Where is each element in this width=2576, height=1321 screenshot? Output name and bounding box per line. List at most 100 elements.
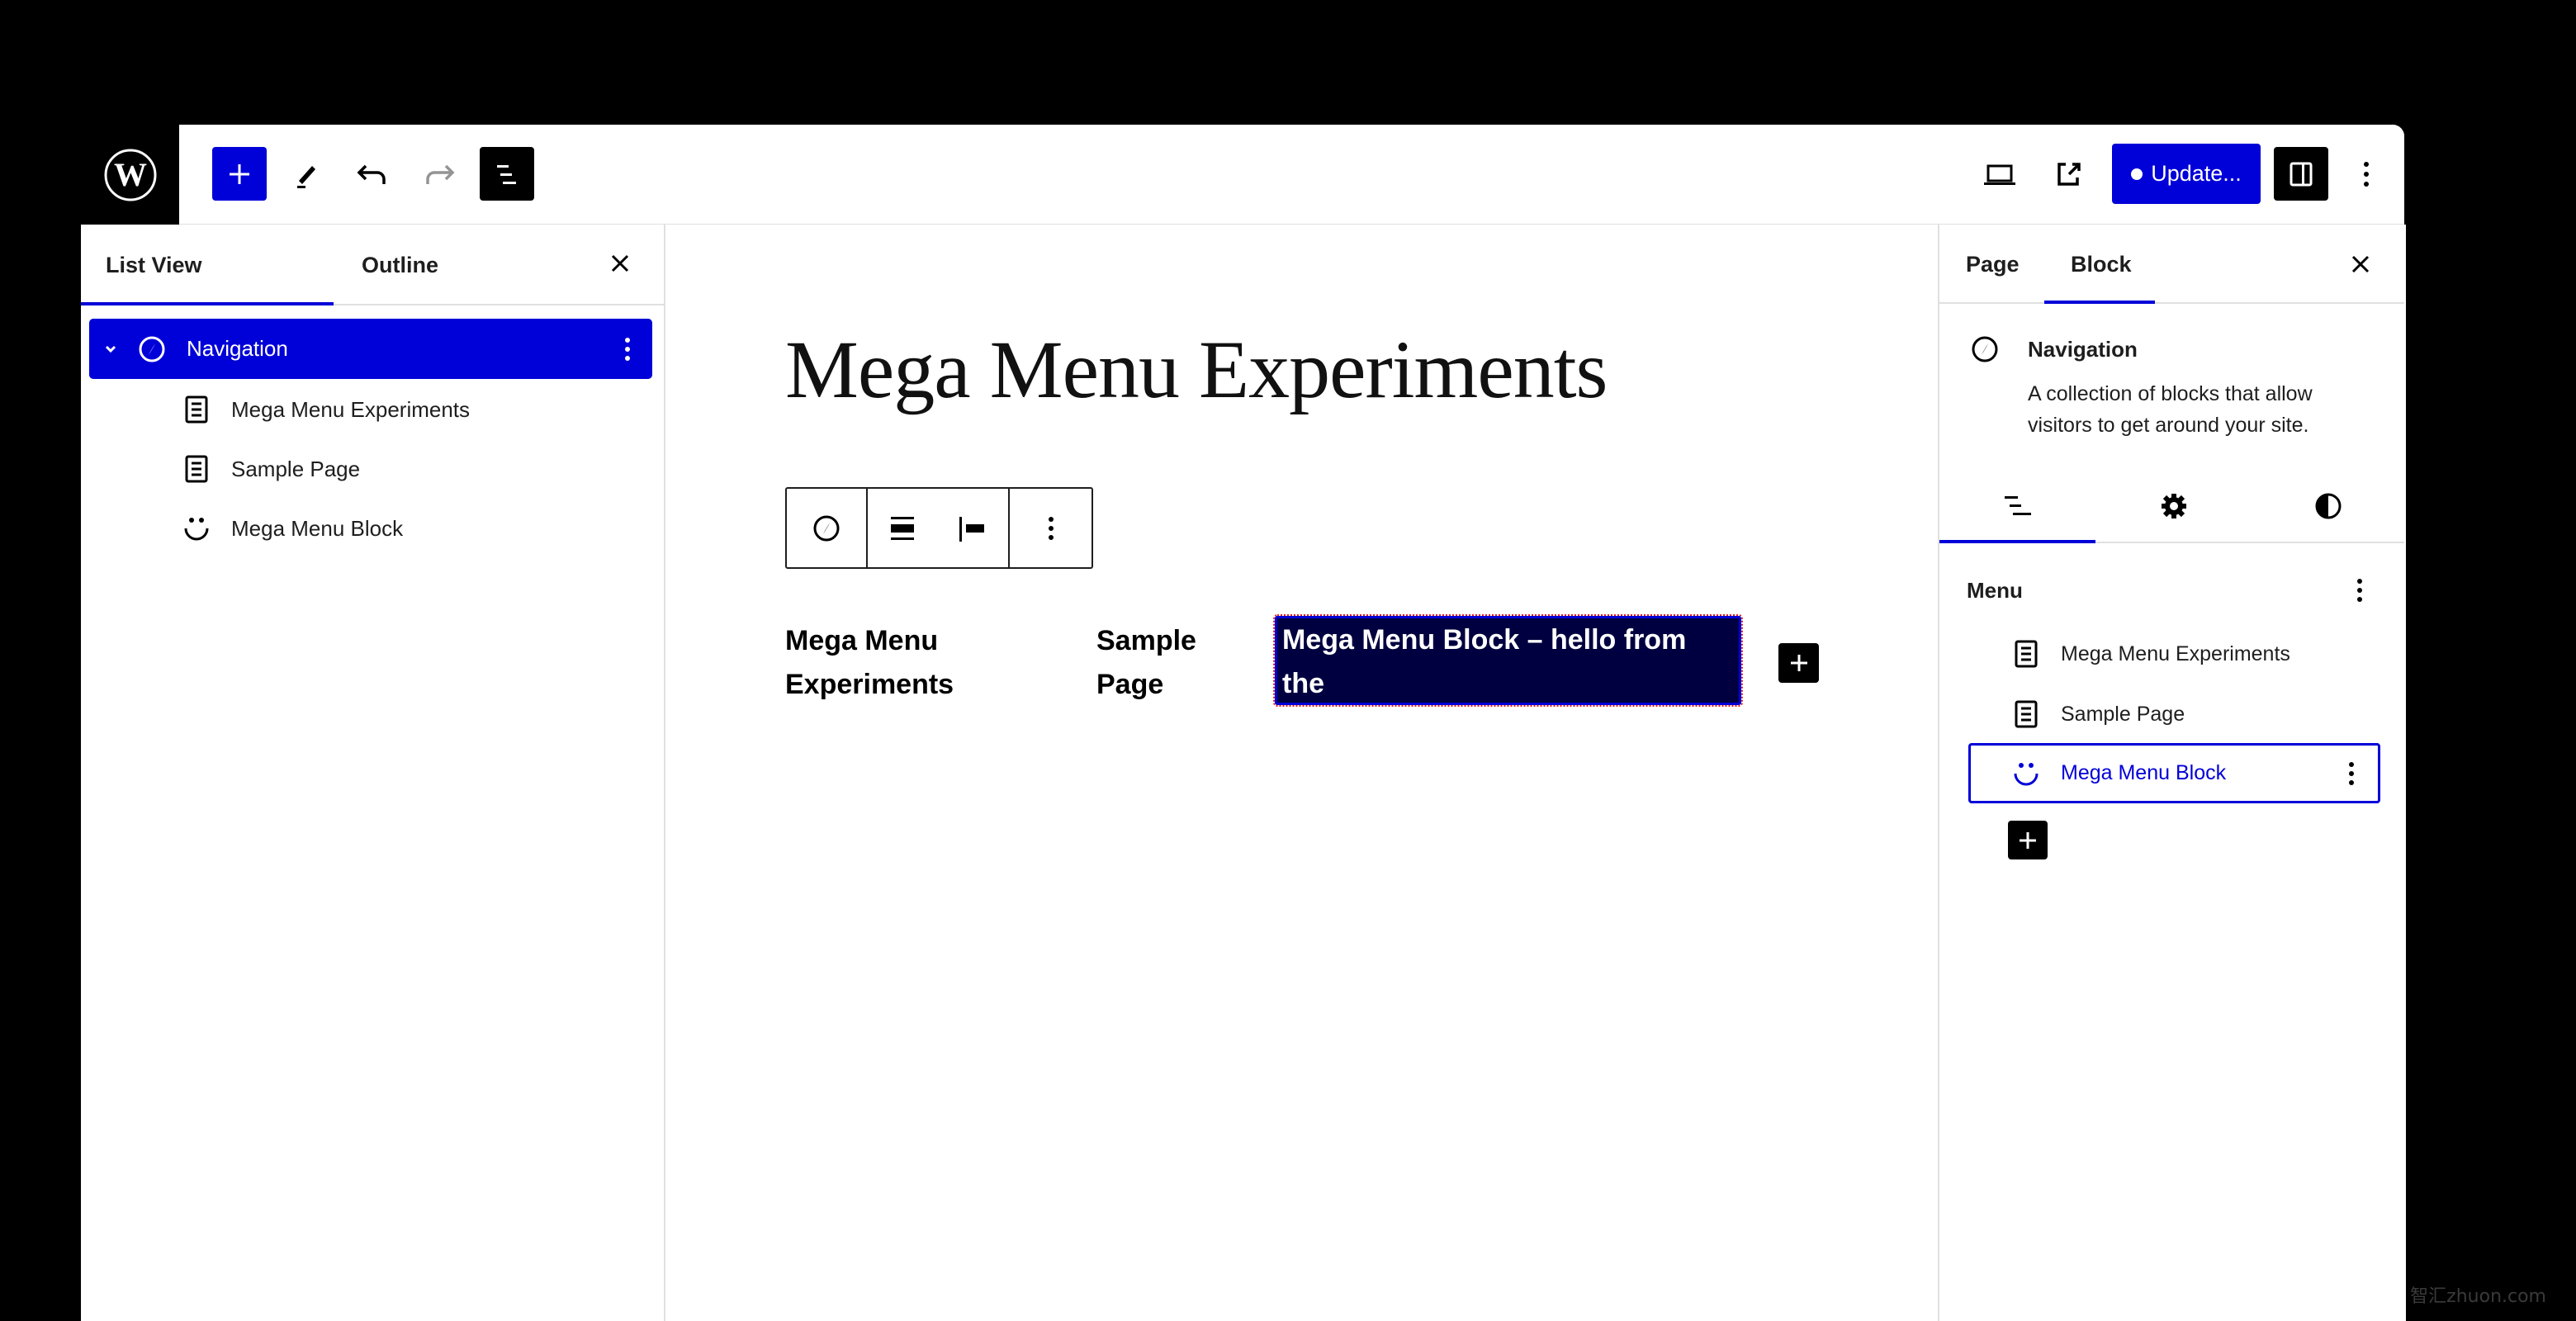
add-block-button[interactable] [212,147,267,201]
sub-tab-settings[interactable] [2095,474,2252,538]
options-menu-button[interactable] [2350,147,2383,201]
menu-item[interactable]: Sample Page [2013,698,2185,730]
kebab-menu-icon [2357,579,2362,602]
list-view-icon [2004,496,2031,515]
menu-item-options-button[interactable] [2348,761,2355,786]
block-card-title: Navigation [2028,337,2138,362]
page-icon [2013,699,2039,729]
list-view-item[interactable]: Sample Page [183,452,360,485]
block-text-line: editor! [1282,712,1370,743]
add-menu-item-button[interactable] [2008,821,2048,859]
menu-item-label: Mega Menu Experiments [2061,642,2290,665]
menu-item-label: Sample Page [2061,702,2185,726]
tab-page[interactable]: Page [1966,252,2020,277]
kebab-menu-icon [625,337,630,361]
settings-sidebar-toggle[interactable] [2274,147,2328,201]
active-tab-indicator [81,302,334,305]
block-toolbar [785,487,1093,569]
settings-gear-icon [2161,494,2186,518]
list-view-icon [497,164,516,184]
page-title[interactable]: Mega Menu Experiments [785,322,1608,417]
page-icon [183,454,210,484]
plus-icon [2020,831,2036,849]
undo-icon [357,164,386,184]
document-overview-button[interactable] [480,147,534,201]
list-view-item[interactable]: Mega Menu Experiments [183,393,470,426]
sub-tab-styles[interactable] [2252,474,2404,538]
plus-icon [1790,655,1807,671]
active-tab-indicator [2044,301,2155,304]
description-line: visitors to get around your site. [2028,414,2309,437]
align-wide-icon [890,516,914,540]
plus-icon [230,163,249,184]
list-view-item-label: Sample Page [231,456,361,481]
description-line: A collection of blocks that allow [2028,382,2313,405]
compass-icon [813,515,840,541]
nav-link-line: Mega Menu [785,625,939,656]
nav-link-line: Page [1096,669,1164,700]
compass-icon [1970,334,2000,364]
kebab-menu-icon [2349,761,2354,785]
page-icon [2013,639,2039,669]
block-text-line: Mega Menu Block – hello from the [1282,624,1687,699]
redo-icon [426,164,455,184]
menu-options-button[interactable] [2356,578,2363,607]
wordpress-logo-button[interactable]: W [81,125,179,225]
justify-left-icon [959,516,984,542]
tools-button[interactable] [281,147,330,201]
nav-link-sample-page[interactable]: Sample Page [1096,619,1196,707]
pen-icon [297,165,315,188]
block-card-description: A collection of blocks that allow visito… [2028,378,2313,441]
justify-button[interactable] [889,514,916,543]
update-button-label: Update... [2151,161,2242,186]
kebab-menu-icon [1048,516,1054,540]
list-view-item-label: Mega Menu Experiments [231,396,471,422]
menu-item[interactable]: Mega Menu Experiments [2013,638,2290,670]
add-nav-item-button[interactable] [1778,643,1819,683]
close-settings-button[interactable] [2348,252,2373,277]
view-post-button[interactable] [2046,147,2092,201]
close-icon [2351,255,2370,273]
item-justification-button[interactable] [958,514,987,543]
kebab-menu-icon [2364,161,2369,187]
page-icon [183,395,210,424]
tabs-divider [1939,302,2404,304]
list-view-item[interactable]: Mega Menu Block [183,512,403,545]
alignment-group [868,489,1010,567]
svg-text:W: W [114,156,147,193]
list-view-item-label: Navigation [187,336,288,361]
external-link-icon [2057,162,2081,186]
tab-list-view[interactable]: List View [106,253,202,278]
watermark: 智汇zhuon.com [2410,1286,2546,1307]
nav-link-line: Sample [1096,625,1196,656]
nav-link-line: Experiments [785,669,954,700]
menu-item-label: Mega Menu Block [2061,761,2227,784]
tab-block[interactable]: Block [2071,252,2132,277]
menu-item-selected[interactable]: Mega Menu Block [1968,743,2380,803]
update-button[interactable]: Update... [2112,144,2261,204]
close-list-view-button[interactable] [608,251,632,276]
close-icon [611,254,629,272]
selected-mega-menu-block[interactable]: Mega Menu Block – hello from the editor! [1273,614,1743,743]
undo-button[interactable] [348,147,397,201]
block-options-button[interactable] [1010,489,1091,567]
redo-button[interactable] [414,147,464,201]
sub-tab-list-view[interactable] [1939,474,2095,538]
laptop-icon [1984,164,2015,185]
sidebar-icon [2290,162,2313,186]
tab-outline[interactable]: Outline [362,253,438,278]
nav-link-mega-menu-experiments[interactable]: Mega Menu Experiments [785,619,954,707]
block-type-button[interactable] [787,489,868,567]
smiley-icon [183,514,210,543]
list-view-item-navigation[interactable]: Navigation [89,319,652,379]
styles-contrast-icon [2315,493,2341,519]
smiley-icon [2013,759,2039,788]
unsaved-dot-icon [2131,168,2143,180]
active-sub-tab-indicator [1939,540,2095,543]
compass-icon [137,334,167,364]
chevron-down-icon[interactable] [102,341,122,357]
item-options-button[interactable] [624,337,631,362]
list-view-panel [81,225,665,1321]
preview-device-button[interactable] [1977,147,2023,201]
menu-heading: Menu [1967,578,2023,603]
